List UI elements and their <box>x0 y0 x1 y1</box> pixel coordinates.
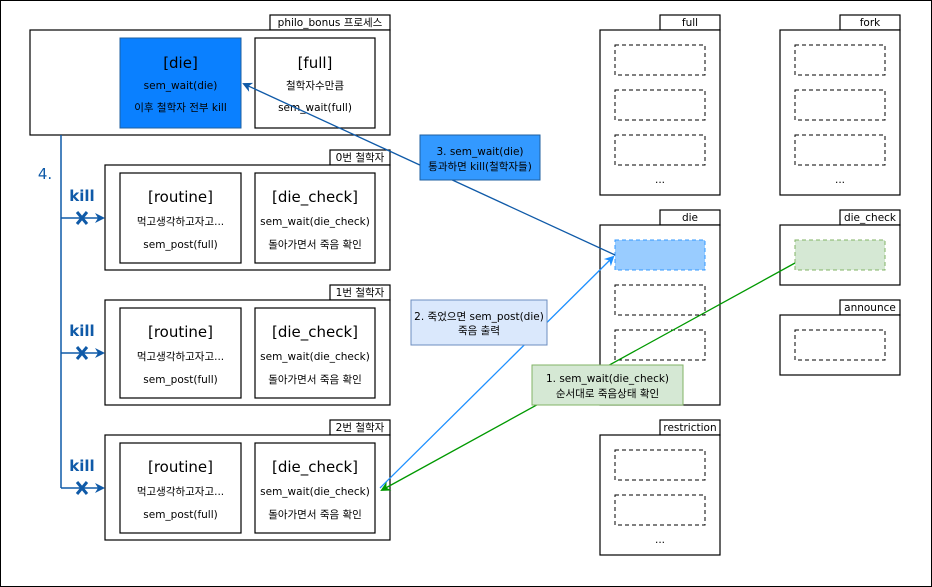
process-container: philo_bonus 프로세스 [die] sem_wait(die) 이후 … <box>29 14 391 136</box>
svg-text:sem_post(full): sem_post(full) <box>143 509 217 521</box>
svg-text:[die_check]: [die_check] <box>272 323 358 342</box>
svg-text:먹고생각하고자고...: 먹고생각하고자고... <box>137 485 224 498</box>
svg-text:restriction: restriction <box>663 422 716 434</box>
philosopher-1: 1번 철학자 [routine] 먹고생각하고자고... sem_post(full)… <box>61 284 391 406</box>
svg-text:2. 죽었으면 sem_post(die): 2. 죽었으면 sem_post(die) <box>414 311 544 323</box>
svg-text:sem_wait(die): sem_wait(die) <box>144 80 218 92</box>
svg-text:순서대로 죽음상태 확인: 순서대로 죽음상태 확인 <box>556 387 659 400</box>
philosopher-2: 2번 철학자 [routine] 먹고생각하고자고... sem_post(full)… <box>61 419 391 541</box>
svg-text:[die_check]: [die_check] <box>272 458 358 477</box>
svg-text:die_check: die_check <box>844 212 897 224</box>
kill-label: kill <box>69 322 94 340</box>
routine-thread-box: [routine] 먹고생각하고자고... sem_post(full) <box>119 172 242 264</box>
svg-text:[routine]: [routine] <box>148 458 213 476</box>
svg-text:돌아가면서 죽음 확인: 돌아가면서 죽음 확인 <box>268 508 362 521</box>
philosopher-0: 0번 철학자 [routine] 먹고생각하고자고... sem_post(full)… <box>61 149 391 271</box>
die-check-thread-box: [die_check] sem_wait(die_check) 돌아가면서 죽음 확… <box>254 442 376 534</box>
svg-text:sem_post(full): sem_post(full) <box>143 374 217 386</box>
step2-label: 2. 죽었으면 sem_post(die) 죽음 출력 <box>410 299 548 346</box>
svg-text:announce: announce <box>844 302 896 314</box>
svg-text:돌아가면서 죽음 확인: 돌아가면서 죽음 확인 <box>268 373 362 386</box>
svg-text:sem_wait(full): sem_wait(full) <box>278 102 352 114</box>
routine-thread-box: [routine] 먹고생각하고자고... sem_post(full) <box>119 442 242 534</box>
svg-text:1. sem_wait(die_check): 1. sem_wait(die_check) <box>546 373 669 385</box>
svg-text:die: die <box>682 212 698 224</box>
step1-label: 1. sem_wait(die_check) 순서대로 죽음상태 확인 <box>531 364 684 406</box>
philosopher-tab-label: 2번 철학자 <box>336 422 385 434</box>
sem-full: full ... <box>599 14 721 196</box>
sem-fork: fork ... <box>779 14 901 196</box>
die-check-thread-box: [die_check] sem_wait(die_check) 돌아가면서 죽음 확… <box>254 172 376 264</box>
step4-label: 4. <box>38 165 52 183</box>
full-thread-box: [full] 철학자수만큼 sem_wait(full) <box>254 37 376 129</box>
kill-label: kill <box>69 187 94 205</box>
svg-text:죽음 출력: 죽음 출력 <box>458 325 500 337</box>
svg-text:먹고생각하고자고...: 먹고생각하고자고... <box>137 215 224 228</box>
svg-text:sem_wait(die_check): sem_wait(die_check) <box>260 351 370 363</box>
svg-text:sem_post(full): sem_post(full) <box>143 239 217 251</box>
svg-text:[routine]: [routine] <box>148 323 213 341</box>
svg-text:먹고생각하고자고...: 먹고생각하고자고... <box>137 350 224 363</box>
svg-text:[routine]: [routine] <box>148 188 213 206</box>
philosopher-tab-label: 0번 철학자 <box>336 152 385 164</box>
svg-text:fork: fork <box>860 17 881 29</box>
kill-label: kill <box>69 457 94 475</box>
svg-text:[die]: [die] <box>163 54 198 72</box>
die-thread-box: [die] sem_wait(die) 이후 철학자 전부 kill <box>119 37 242 129</box>
sem-restriction: restriction ... <box>599 419 721 556</box>
svg-text:sem_wait(die_check): sem_wait(die_check) <box>260 486 370 498</box>
philosopher-tab-label: 1번 철학자 <box>336 287 385 299</box>
svg-text:이후 철학자 전부 kill: 이후 철학자 전부 kill <box>134 102 226 114</box>
die-check-thread-box: [die_check] sem_wait(die_check) 돌아가면서 죽음 확… <box>254 307 376 399</box>
svg-text:sem_wait(die_check): sem_wait(die_check) <box>260 216 370 228</box>
svg-text:...: ... <box>655 534 665 546</box>
svg-text:[die_check]: [die_check] <box>272 188 358 207</box>
svg-text:[full]: [full] <box>298 54 333 72</box>
svg-text:...: ... <box>835 174 845 186</box>
semaphore-diagram: philo_bonus 프로세스 [die] sem_wait(die) 이후 … <box>0 0 932 587</box>
process-tab-label: philo_bonus 프로세스 <box>278 17 383 29</box>
svg-text:...: ... <box>655 174 665 186</box>
svg-text:3. sem_wait(die): 3. sem_wait(die) <box>436 146 523 158</box>
routine-thread-box: [routine] 먹고생각하고자고... sem_post(full) <box>119 307 242 399</box>
svg-text:돌아가면서 죽음 확인: 돌아가면서 죽음 확인 <box>268 238 362 251</box>
svg-text:통과하면 kill(철학자들): 통과하면 kill(철학자들) <box>428 160 532 173</box>
svg-text:full: full <box>682 17 698 29</box>
svg-text:철학자수만큼: 철학자수만큼 <box>286 80 344 92</box>
step3-label: 3. sem_wait(die) 통과하면 kill(철학자들) <box>419 134 541 181</box>
